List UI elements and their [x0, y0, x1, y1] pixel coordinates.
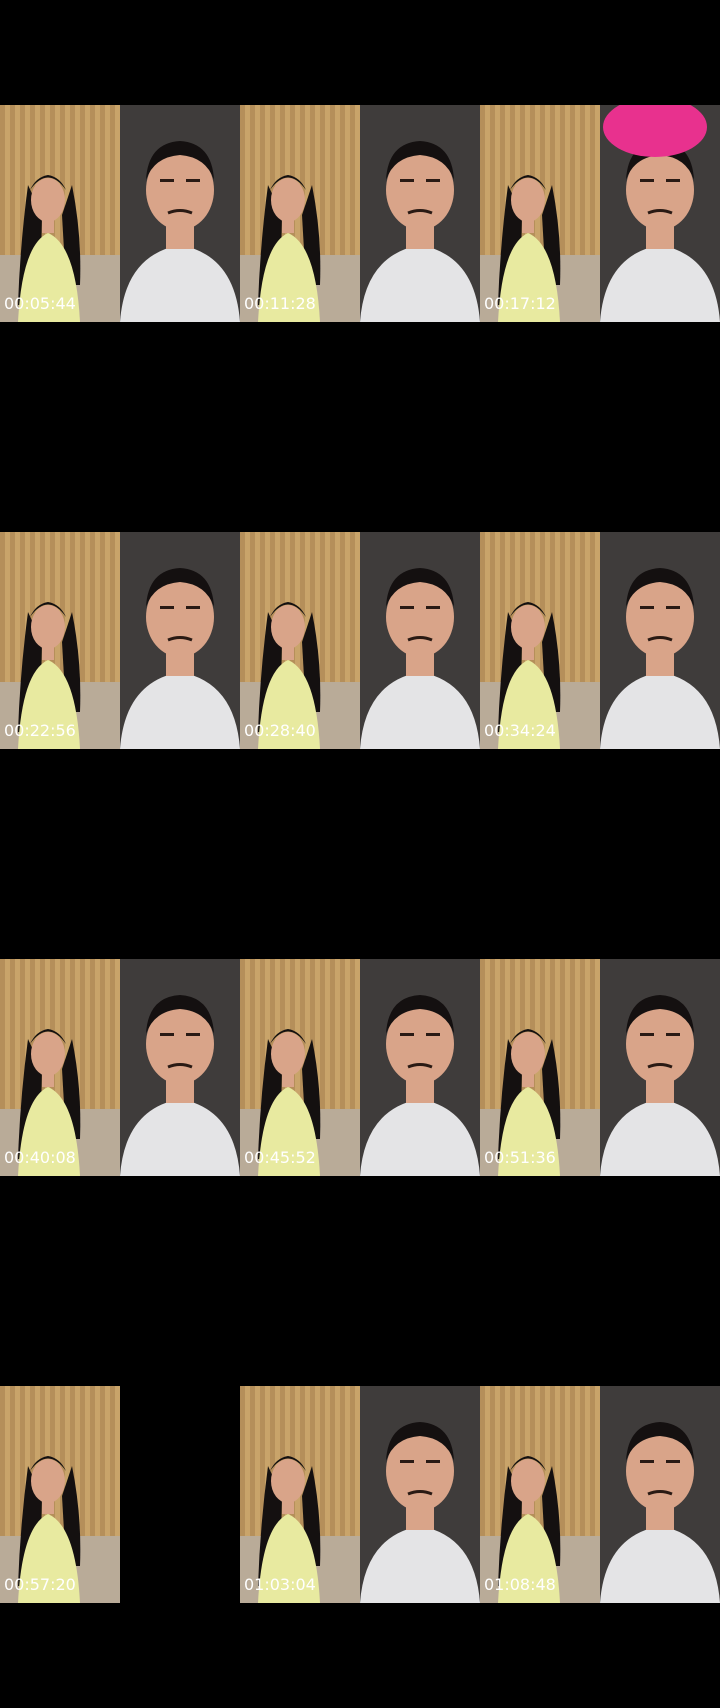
- thumbnail-pair: 00:28:40: [240, 427, 480, 854]
- sheet-row: 00:57:20 01:03:04 01:08:48: [0, 1281, 720, 1708]
- timestamp-label: 00:34:24: [484, 721, 556, 740]
- thumbnail-pair: 00:05:44: [0, 0, 240, 427]
- thumbnail-right: [120, 105, 240, 322]
- thumbnail-right: [360, 959, 480, 1176]
- contact-sheet: 00:05:44 00:11:28 00:17:12 00:22:56 00:2…: [0, 0, 720, 1708]
- timestamp-label: 00:45:52: [244, 1148, 316, 1167]
- timestamp-label: 00:05:44: [4, 294, 76, 313]
- sheet-row: 00:05:44 00:11:28 00:17:12: [0, 0, 720, 427]
- thumbnail-pair: 00:45:52: [240, 854, 480, 1281]
- timestamp-label: 00:22:56: [4, 721, 76, 740]
- thumbnail-pair: 00:51:36: [480, 854, 720, 1281]
- thumbnail-right: [360, 105, 480, 322]
- sheet-row: 00:22:56 00:28:40 00:34:24: [0, 427, 720, 854]
- sheet-row: 00:40:08 00:45:52 00:51:36: [0, 854, 720, 1281]
- thumbnail-pair: 01:03:04: [240, 1281, 480, 1708]
- thumbnail-left: [240, 959, 360, 1176]
- thumbnail-pair: 00:11:28: [240, 0, 480, 427]
- thumbnail-right: [120, 1386, 240, 1603]
- timestamp-label: 00:51:36: [484, 1148, 556, 1167]
- thumbnail-left: [0, 532, 120, 749]
- thumbnail-right: [600, 105, 720, 322]
- timestamp-label: 00:17:12: [484, 294, 556, 313]
- thumbnail-right: [600, 959, 720, 1176]
- timestamp-label: 00:40:08: [4, 1148, 76, 1167]
- timestamp-label: 00:28:40: [244, 721, 316, 740]
- thumbnail-pair: 00:57:20: [0, 1281, 240, 1708]
- thumbnail-pair: 00:17:12: [480, 0, 720, 427]
- timestamp-label: 01:08:48: [484, 1575, 556, 1594]
- timestamp-label: 00:11:28: [244, 294, 316, 313]
- thumbnail-left: [480, 1386, 600, 1603]
- thumbnail-pair: 00:22:56: [0, 427, 240, 854]
- thumbnail-right: [360, 1386, 480, 1603]
- thumbnail-left: [0, 105, 120, 322]
- thumbnail-left: [240, 1386, 360, 1603]
- timestamp-label: 00:57:20: [4, 1575, 76, 1594]
- thumbnail-left: [480, 532, 600, 749]
- thumbnail-right: [120, 959, 240, 1176]
- thumbnail-right: [600, 532, 720, 749]
- thumbnail-left: [480, 959, 600, 1176]
- thumbnail-left: [240, 105, 360, 322]
- thumbnail-pair: 00:34:24: [480, 427, 720, 854]
- thumbnail-right: [360, 532, 480, 749]
- thumbnail-left: [0, 959, 120, 1176]
- thumbnail-left: [0, 1386, 120, 1603]
- thumbnail-left: [480, 105, 600, 322]
- thumbnail-pair: 00:40:08: [0, 854, 240, 1281]
- thumbnail-left: [240, 532, 360, 749]
- timestamp-label: 01:03:04: [244, 1575, 316, 1594]
- thumbnail-right: [600, 1386, 720, 1603]
- thumbnail-pair: 01:08:48: [480, 1281, 720, 1708]
- thumbnail-right: [120, 532, 240, 749]
